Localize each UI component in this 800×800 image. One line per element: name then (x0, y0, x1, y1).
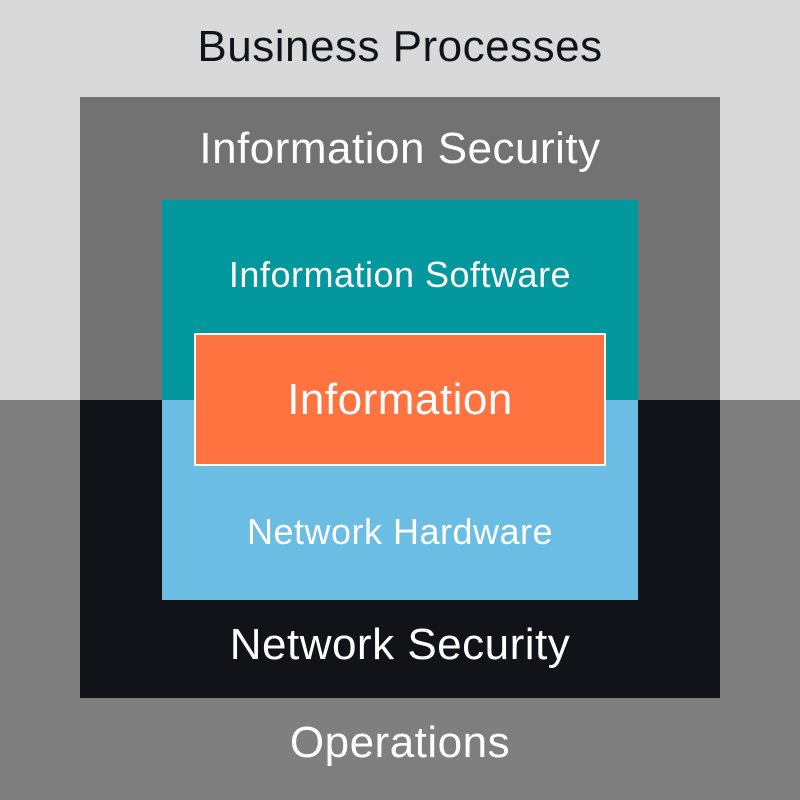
information-label: Information (287, 374, 513, 424)
information-box: Information (194, 333, 606, 466)
information-security-label: Information Security (199, 124, 601, 173)
network-security-label: Network Security (229, 620, 571, 669)
network-hardware-label: Network Hardware (246, 511, 554, 552)
information-software-label: Information Software (228, 254, 572, 295)
business-processes-label: Business Processes (197, 22, 603, 71)
operations-label: Operations (289, 718, 511, 767)
